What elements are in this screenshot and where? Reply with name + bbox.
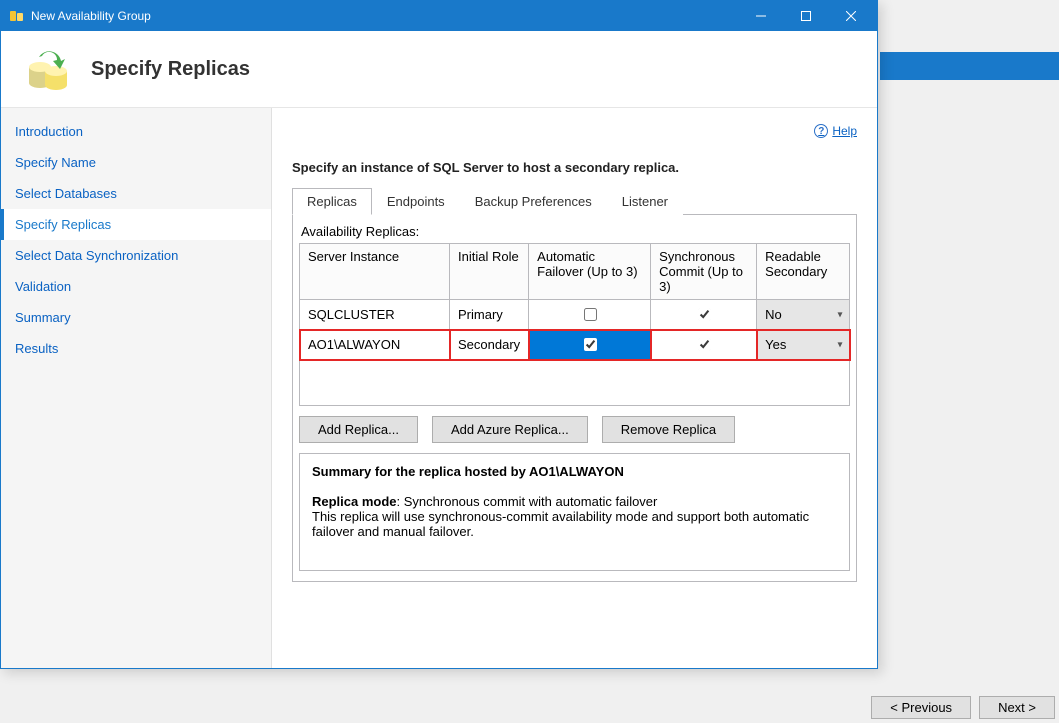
- minimize-button[interactable]: [738, 2, 783, 30]
- sidebar-item-summary[interactable]: Summary: [1, 302, 271, 333]
- wizard-steps-sidebar: Introduction Specify Name Select Databas…: [1, 108, 271, 668]
- summary-mode-line: Replica mode: Synchronous commit with au…: [312, 494, 823, 509]
- window-title: New Availability Group: [31, 9, 738, 23]
- sidebar-item-specify-replicas[interactable]: Specify Replicas: [1, 209, 271, 240]
- close-icon: [846, 11, 856, 21]
- auto-failover-checkbox[interactable]: [584, 338, 597, 351]
- sidebar-item-specify-name[interactable]: Specify Name: [1, 147, 271, 178]
- auto-failover-checkbox[interactable]: [584, 308, 597, 321]
- cell-sync-commit[interactable]: [651, 330, 757, 360]
- cell-auto-failover[interactable]: [529, 300, 651, 330]
- database-sync-icon: [25, 45, 73, 93]
- col-readable-secondary[interactable]: Readable Secondary: [757, 244, 850, 300]
- maximize-button[interactable]: [783, 2, 828, 30]
- sidebar-item-validation[interactable]: Validation: [1, 271, 271, 302]
- sync-commit-checkbox[interactable]: [698, 308, 711, 321]
- minimize-icon: [756, 11, 766, 21]
- summary-description: This replica will use synchronous-commit…: [312, 509, 823, 539]
- tab-listener[interactable]: Listener: [607, 188, 683, 215]
- sidebar-item-introduction[interactable]: Introduction: [1, 116, 271, 147]
- next-button-bg[interactable]: Next >: [979, 696, 1055, 719]
- help-label: Help: [832, 124, 857, 138]
- col-server-instance[interactable]: Server Instance: [300, 244, 450, 300]
- cell-server[interactable]: AO1\ALWAYON: [300, 330, 450, 360]
- remove-replica-button[interactable]: Remove Replica: [602, 416, 735, 443]
- grid-header-row: Server Instance Initial Role Automatic F…: [300, 244, 850, 300]
- tab-backup-preferences[interactable]: Backup Preferences: [460, 188, 607, 215]
- tab-strip: Replicas Endpoints Backup Preferences Li…: [292, 187, 857, 215]
- cell-role: Primary: [450, 300, 529, 330]
- readable-value: Yes: [765, 337, 786, 352]
- tab-replicas[interactable]: Replicas: [292, 188, 372, 215]
- sidebar-item-select-data-sync[interactable]: Select Data Synchronization: [1, 240, 271, 271]
- cell-auto-failover[interactable]: [529, 330, 651, 360]
- grid-row-primary[interactable]: SQLCLUSTER Primary No ▾: [300, 300, 850, 330]
- sidebar-item-results[interactable]: Results: [1, 333, 271, 364]
- sync-commit-checkbox[interactable]: [698, 338, 711, 351]
- cell-server[interactable]: SQLCLUSTER: [300, 300, 450, 330]
- add-replica-button[interactable]: Add Replica...: [299, 416, 418, 443]
- summary-title: Summary for the replica hosted by AO1\AL…: [312, 464, 823, 479]
- grid-empty-area: [299, 360, 850, 406]
- readable-value: No: [765, 307, 782, 322]
- col-initial-role[interactable]: Initial Role: [450, 244, 529, 300]
- replica-buttons-row: Add Replica... Add Azure Replica... Remo…: [299, 416, 850, 443]
- col-automatic-failover[interactable]: Automatic Failover (Up to 3): [529, 244, 651, 300]
- tab-body-replicas: Availability Replicas: Server Instance I…: [292, 215, 857, 582]
- titlebar: New Availability Group: [1, 1, 877, 31]
- instruction-text: Specify an instance of SQL Server to hos…: [292, 160, 857, 175]
- new-availability-group-dialog: New Availability Group Specify Replicas …: [0, 0, 878, 669]
- cell-readable-secondary[interactable]: Yes ▾: [757, 330, 850, 360]
- background-accent-bar: [880, 52, 1059, 80]
- grid-label: Availability Replicas:: [301, 224, 850, 239]
- page-title: Specify Replicas: [91, 58, 250, 81]
- main-panel: ? Help Specify an instance of SQL Server…: [271, 108, 877, 668]
- tab-endpoints[interactable]: Endpoints: [372, 188, 460, 215]
- maximize-icon: [801, 11, 811, 21]
- page-header: Specify Replicas: [1, 31, 877, 108]
- add-azure-replica-button[interactable]: Add Azure Replica...: [432, 416, 588, 443]
- close-button[interactable]: [828, 2, 873, 30]
- replica-summary-box: Summary for the replica hosted by AO1\AL…: [299, 453, 850, 571]
- grid-row-secondary[interactable]: AO1\ALWAYON Secondary Yes ▾: [300, 330, 850, 360]
- cell-sync-commit[interactable]: [651, 300, 757, 330]
- background-wizard-buttons: < Previous Next >: [867, 692, 1059, 723]
- sidebar-item-select-databases[interactable]: Select Databases: [1, 178, 271, 209]
- help-icon: ?: [814, 124, 828, 138]
- col-synchronous-commit[interactable]: Synchronous Commit (Up to 3): [651, 244, 757, 300]
- chevron-down-icon: ▾: [833, 339, 847, 350]
- help-link[interactable]: ? Help: [814, 124, 857, 138]
- replicas-grid: Server Instance Initial Role Automatic F…: [299, 243, 850, 360]
- chevron-down-icon: ▾: [833, 309, 847, 320]
- previous-button-bg[interactable]: < Previous: [871, 696, 971, 719]
- wizard-content: Introduction Specify Name Select Databas…: [1, 108, 877, 668]
- cell-readable-secondary[interactable]: No ▾: [757, 300, 850, 330]
- app-icon: [9, 8, 25, 24]
- cell-role: Secondary: [450, 330, 529, 360]
